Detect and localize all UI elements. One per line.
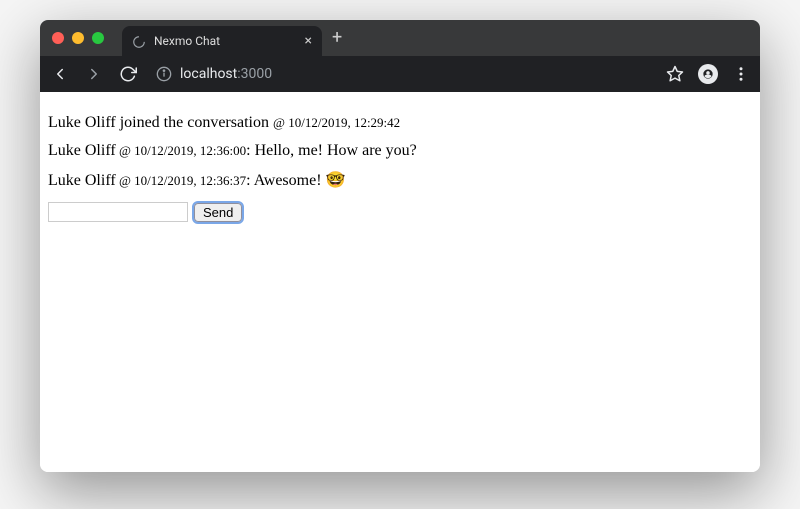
chat-message: Luke Oliff @ 10/12/2019, 12:36:00: Hello…: [48, 142, 752, 160]
address-bar: localhost:3000: [40, 56, 760, 92]
new-tab-button[interactable]: +: [332, 29, 342, 47]
tab-loading-icon: [132, 34, 146, 48]
message-timestamp: 10/12/2019, 12:36:37: [134, 173, 246, 188]
emoji-icon: 🤓: [326, 172, 346, 189]
kebab-menu-icon[interactable]: [732, 65, 750, 83]
forward-button[interactable]: [84, 64, 104, 84]
browser-window: Nexmo Chat × + localhost:3000: [40, 20, 760, 472]
system-message: Luke Oliff joined the conversation @ 10/…: [48, 114, 752, 132]
bookmark-icon[interactable]: [666, 65, 684, 83]
message-text: Hello, me! How are you?: [255, 142, 417, 159]
page-content: Luke Oliff joined the conversation @ 10/…: [40, 92, 760, 472]
message-input[interactable]: [48, 202, 188, 222]
tab-close-icon[interactable]: ×: [305, 34, 312, 48]
message-timestamp: 10/12/2019, 12:36:00: [134, 143, 246, 158]
reload-button[interactable]: [118, 64, 138, 84]
window-minimize-button[interactable]: [72, 32, 84, 44]
site-info-icon[interactable]: [156, 66, 172, 82]
toolbar-right: [666, 64, 750, 84]
message-timestamp: 10/12/2019, 12:29:42: [288, 115, 400, 130]
profile-avatar[interactable]: [698, 64, 718, 84]
titlebar: Nexmo Chat × +: [40, 20, 760, 56]
url-input[interactable]: localhost:3000: [152, 66, 652, 82]
traffic-lights: [52, 32, 104, 44]
message-user: Luke Oliff: [48, 142, 116, 159]
tab-title: Nexmo Chat: [154, 34, 297, 48]
chat-message: Luke Oliff @ 10/12/2019, 12:36:37: Aweso…: [48, 170, 752, 190]
window-maximize-button[interactable]: [92, 32, 104, 44]
url-text: localhost:3000: [180, 66, 272, 82]
send-button[interactable]: Send: [194, 203, 242, 222]
message-user: Luke Oliff: [48, 172, 116, 189]
message-text: Awesome!: [254, 172, 326, 189]
message-user: Luke Oliff: [48, 114, 116, 131]
browser-tab[interactable]: Nexmo Chat ×: [122, 26, 322, 56]
compose-area: Send: [48, 202, 752, 222]
window-close-button[interactable]: [52, 32, 64, 44]
back-button[interactable]: [50, 64, 70, 84]
